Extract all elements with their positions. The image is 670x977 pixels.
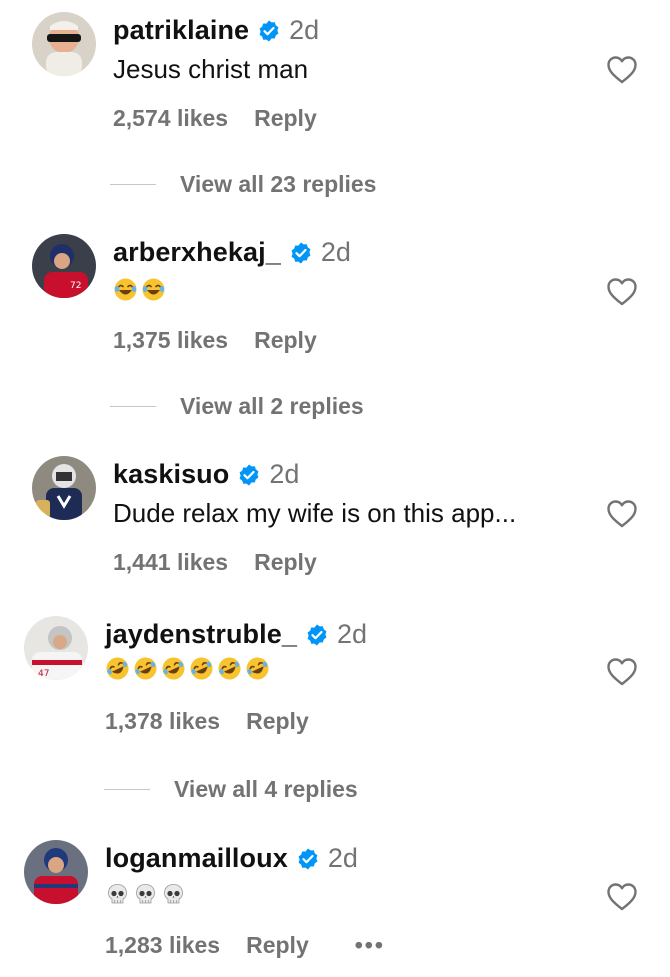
verified-badge-icon	[305, 623, 329, 647]
rolling-laughing-emoji	[105, 656, 130, 681]
avatar-image	[32, 456, 96, 520]
avatar-image	[32, 12, 96, 76]
likes-count[interactable]: 1,378 likes	[105, 708, 220, 735]
laughing-tears-emoji	[141, 277, 166, 302]
avatar-image: 72	[32, 234, 96, 298]
svg-text:47: 47	[38, 669, 49, 679]
heart-outline-icon[interactable]	[606, 277, 638, 307]
likes-count[interactable]: 1,441 likes	[113, 549, 228, 576]
username[interactable]: loganmailloux	[105, 843, 288, 874]
rolling-laughing-emoji	[217, 656, 242, 681]
likes-count[interactable]: 1,283 likes	[105, 932, 220, 959]
divider-line	[110, 183, 156, 186]
skull-emoji	[105, 882, 130, 907]
username[interactable]: arberxhekaj_	[113, 237, 281, 268]
reply-button[interactable]: Reply	[254, 549, 317, 576]
view-replies-label: View all 2 replies	[180, 393, 364, 419]
likes-count[interactable]: 1,375 likes	[113, 327, 228, 354]
verified-badge-icon	[296, 847, 320, 871]
timestamp: 2d	[320, 237, 351, 267]
reply-button[interactable]: Reply	[254, 327, 317, 354]
avatar[interactable]: 72	[32, 234, 96, 298]
divider-line	[104, 788, 150, 791]
divider-line	[110, 405, 156, 408]
view-replies-button[interactable]: View all 4 replies	[104, 776, 358, 803]
rolling-laughing-emoji	[245, 656, 270, 681]
view-replies-button[interactable]: View all 23 replies	[110, 171, 376, 198]
view-replies-label: View all 4 replies	[174, 776, 358, 802]
rolling-laughing-emoji	[133, 656, 158, 681]
svg-text:72: 72	[70, 281, 81, 291]
rolling-laughing-emoji	[161, 656, 186, 681]
comment-text: Dude relax my wife is on this app...	[113, 498, 517, 528]
timestamp: 2d	[269, 459, 300, 489]
view-replies-button[interactable]: View all 2 replies	[110, 393, 364, 420]
comment-emoji	[105, 656, 273, 681]
skull-emoji	[133, 882, 158, 907]
avatar-image: 47	[24, 616, 88, 680]
heart-outline-icon[interactable]	[606, 55, 638, 85]
comment-text: Jesus christ man	[113, 54, 309, 84]
laughing-tears-emoji	[113, 277, 138, 302]
username[interactable]: jaydenstruble_	[105, 619, 297, 650]
rolling-laughing-emoji	[189, 656, 214, 681]
avatar-image	[24, 840, 88, 904]
timestamp: 2d	[327, 843, 358, 873]
reply-button[interactable]: Reply	[254, 105, 317, 132]
verified-badge-icon	[289, 241, 313, 265]
more-options-icon[interactable]: •••	[355, 932, 385, 959]
heart-outline-icon[interactable]	[606, 657, 638, 687]
timestamp: 2d	[336, 619, 368, 649]
avatar[interactable]	[24, 840, 88, 904]
comments-feed: patriklaine 2d Jesus christ man 2,574 li…	[0, 0, 670, 977]
username[interactable]: kaskisuo	[113, 459, 229, 490]
timestamp: 2d	[289, 15, 320, 45]
avatar[interactable]: 47	[24, 616, 88, 680]
heart-outline-icon[interactable]	[606, 499, 638, 529]
view-replies-label: View all 23 replies	[180, 171, 377, 197]
comment-emoji	[105, 882, 189, 907]
likes-count[interactable]: 2,574 likes	[113, 105, 228, 132]
reply-button[interactable]: Reply	[246, 932, 309, 959]
avatar[interactable]	[32, 456, 96, 520]
avatar[interactable]	[32, 12, 96, 76]
verified-badge-icon	[237, 463, 261, 487]
comment-emoji	[113, 277, 169, 302]
skull-emoji	[161, 882, 186, 907]
heart-outline-icon[interactable]	[606, 882, 638, 912]
verified-badge-icon	[257, 19, 281, 43]
username[interactable]: patriklaine	[113, 15, 249, 46]
reply-button[interactable]: Reply	[246, 708, 309, 735]
